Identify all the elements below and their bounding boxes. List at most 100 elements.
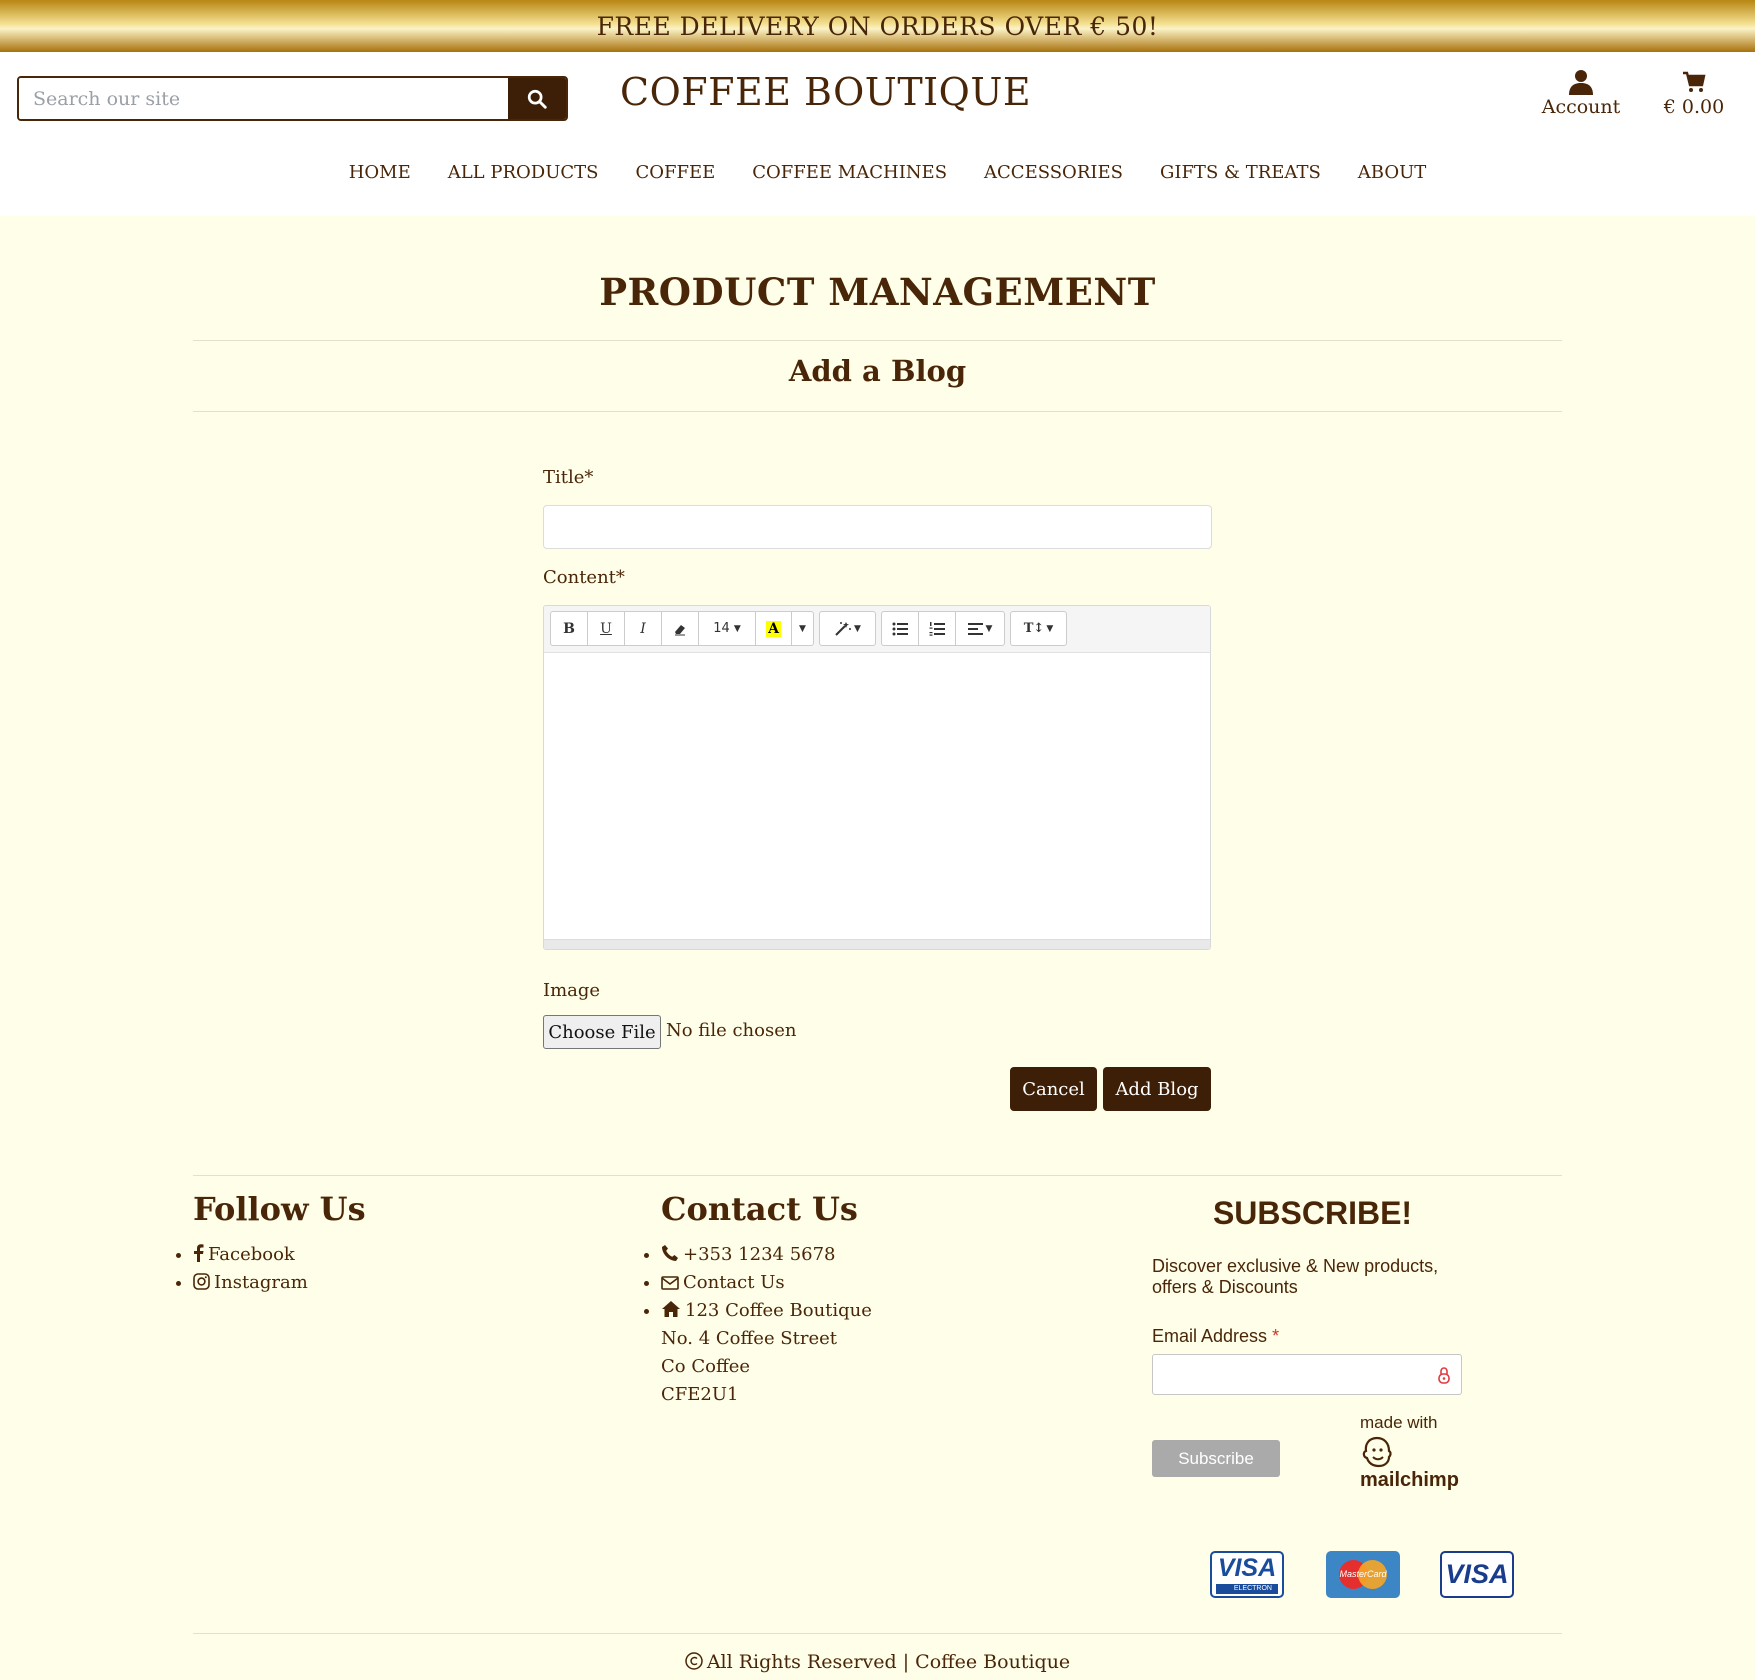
cart-link[interactable]: € 0.00 (1662, 68, 1726, 118)
facebook-link[interactable]: Facebook (193, 1244, 295, 1265)
envelope-icon (661, 1276, 679, 1290)
instagram-link[interactable]: Instagram (193, 1272, 308, 1293)
list-item: Instagram (176, 1269, 308, 1297)
search-form (17, 76, 568, 121)
text-color-button[interactable]: A (756, 612, 792, 645)
text-color-dropdown[interactable]: ▼ (792, 612, 813, 645)
editor-toolbar: B U I 14 ▼ A ▼ ▼ ▼ T↕ ▼ (544, 606, 1210, 653)
editor-content-area[interactable] (544, 653, 1210, 939)
style-dropdown[interactable]: ▼ (820, 612, 875, 645)
copyright: All Rights Reserved | Coffee Boutique (0, 1651, 1755, 1673)
promo-banner: FREE DELIVERY ON ORDERS OVER € 50! (0, 0, 1755, 52)
visa-electron-text: VISA (1217, 1554, 1277, 1582)
visa-electron-logo: VISA ELECTRON (1210, 1551, 1284, 1598)
copyright-divider (193, 1633, 1562, 1634)
list-item: Facebook (176, 1241, 308, 1269)
font-size-dropdown[interactable]: 14 ▼ (699, 612, 756, 645)
add-blog-button[interactable]: Add Blog (1103, 1067, 1211, 1111)
height-group: T↕ ▼ (1010, 611, 1067, 646)
list-item: Contact Us (644, 1269, 872, 1297)
copyright-icon (685, 1652, 703, 1670)
mailchimp-badge[interactable]: made with mailchimp (1360, 1413, 1459, 1492)
phone-icon (662, 1245, 678, 1261)
copyright-text: All Rights Reserved | Coffee Boutique (706, 1651, 1071, 1673)
nav-gifts-treats[interactable]: GIFTS & TREATS (1160, 162, 1321, 183)
paragraph-align-dropdown[interactable]: ▼ (956, 612, 1004, 645)
page-title: PRODUCT MANAGEMENT (599, 270, 1156, 314)
caret-down-icon: ▼ (854, 623, 861, 634)
ordered-list-button[interactable] (919, 612, 956, 645)
nav-home[interactable]: HOME (349, 162, 411, 183)
brand-logo[interactable]: COFFEE BOUTIQUE (620, 70, 1031, 114)
nav-all-products[interactable]: ALL PRODUCTS (448, 162, 599, 183)
list-item: No. 4 Coffee Street (661, 1325, 872, 1353)
unordered-list-button[interactable] (882, 612, 919, 645)
unordered-list-icon (892, 622, 908, 635)
search-icon (527, 89, 547, 109)
subscribe-text: Discover exclusive & New products, offer… (1152, 1256, 1439, 1297)
address-line-2: No. 4 Coffee Street (661, 1328, 838, 1349)
line-height-dropdown[interactable]: T↕ ▼ (1011, 612, 1066, 645)
align-icon (967, 622, 983, 635)
nav-coffee[interactable]: COFFEE (635, 162, 715, 183)
image-label: Image (543, 980, 601, 1001)
subscribe-heading: SUBSCRIBE! (1212, 1195, 1413, 1231)
ordered-list-icon (929, 621, 945, 636)
mastercard-text: MasterCard (1339, 1569, 1387, 1579)
divider (193, 340, 1562, 341)
password-manager-icon[interactable] (1437, 1366, 1451, 1384)
user-icon (1569, 70, 1593, 95)
caret-down-icon: ▼ (799, 623, 806, 634)
main-nav: HOME ALL PRODUCTS COFFEE COFFEE MACHINES… (0, 162, 1755, 183)
divider (193, 411, 1562, 412)
instagram-label: Instagram (214, 1272, 308, 1293)
subscribe-button[interactable]: Subscribe (1152, 1440, 1280, 1477)
choose-file-button[interactable]: Choose File (543, 1015, 661, 1049)
eraser-icon (675, 624, 685, 635)
contact-us-link[interactable]: Contact Us (661, 1272, 785, 1293)
style-group: ▼ (819, 611, 876, 646)
address-line-3: Co Coffee (661, 1356, 751, 1377)
list-item: CFE2U1 (661, 1381, 872, 1409)
search-input[interactable] (19, 78, 508, 119)
nav-coffee-machines[interactable]: COFFEE MACHINES (752, 162, 947, 183)
line-height-label: T↕ (1023, 621, 1045, 636)
editor-resize-bar[interactable] (544, 939, 1210, 949)
caret-down-icon: ▼ (985, 623, 993, 634)
email-label-text: Email Address (1152, 1326, 1268, 1346)
title-input[interactable] (543, 505, 1212, 549)
instagram-icon (193, 1273, 210, 1290)
email-field[interactable] (1153, 1355, 1461, 1394)
cancel-button[interactable]: Cancel (1010, 1067, 1097, 1111)
phone-number: +353 1234 5678 (683, 1244, 836, 1265)
account-label: Account (1541, 96, 1621, 118)
page-subtitle: Add a Blog (788, 354, 967, 388)
nav-about[interactable]: ABOUT (1358, 162, 1427, 183)
bold-button[interactable]: B (551, 612, 588, 645)
underline-button[interactable]: U (588, 612, 625, 645)
cart-total: € 0.00 (1663, 96, 1725, 118)
font-style-group: B U I 14 ▼ A ▼ (550, 611, 814, 646)
caret-down-icon: ▼ (1046, 623, 1054, 634)
contact-us-label: Contact Us (683, 1272, 785, 1293)
social-links: Facebook Instagram (176, 1241, 308, 1297)
promo-banner-text: FREE DELIVERY ON ORDERS OVER € 50! (596, 11, 1159, 41)
list-item: +353 1234 5678 (644, 1241, 872, 1269)
file-status: No file chosen (666, 1020, 797, 1041)
mailchimp-monkey-icon (1362, 1436, 1392, 1468)
nav-accessories[interactable]: ACCESSORIES (984, 162, 1123, 183)
home-icon (662, 1301, 680, 1317)
magic-icon (835, 621, 852, 636)
contact-us-heading: Contact Us (661, 1190, 858, 1228)
facebook-label: Facebook (208, 1244, 295, 1265)
clear-format-button[interactable] (662, 612, 699, 645)
italic-button[interactable]: I (625, 612, 662, 645)
account-link[interactable]: Account (1540, 68, 1622, 118)
cart-icon (1683, 71, 1706, 92)
mailchimp-logo-text: mailchimp (1360, 1469, 1459, 1491)
list-item: Co Coffee (661, 1353, 872, 1381)
site-header: COFFEE BOUTIQUE Account € 0.00 HOME ALL … (0, 52, 1755, 216)
search-button[interactable] (508, 78, 566, 119)
mastercard-logo: MasterCard (1326, 1551, 1400, 1598)
made-with-text: made with (1360, 1413, 1438, 1432)
